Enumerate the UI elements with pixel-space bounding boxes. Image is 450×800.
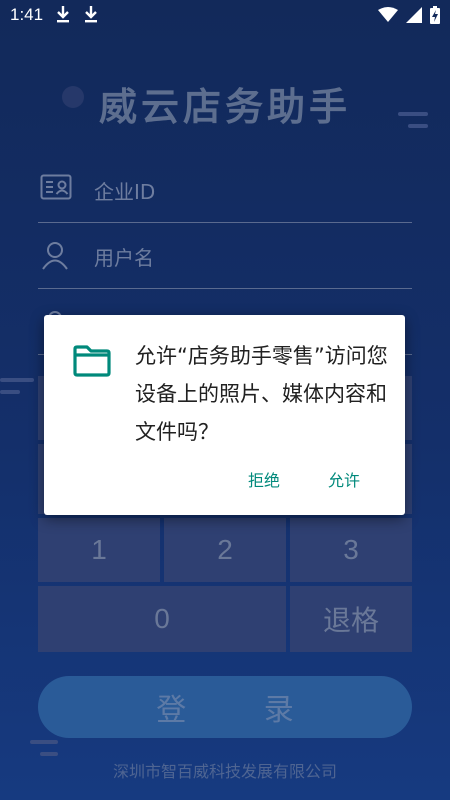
allow-button[interactable]: 允许 [322, 463, 366, 495]
permission-dialog: 允许“店务助手零售”访问您设备上的照片、媒体内容和文件吗？ 拒绝 允许 [44, 315, 405, 515]
folder-icon [73, 345, 111, 381]
deny-button[interactable]: 拒绝 [242, 463, 286, 495]
dialog-message: 允许“店务助手零售”访问您设备上的照片、媒体内容和文件吗？ [135, 344, 388, 444]
